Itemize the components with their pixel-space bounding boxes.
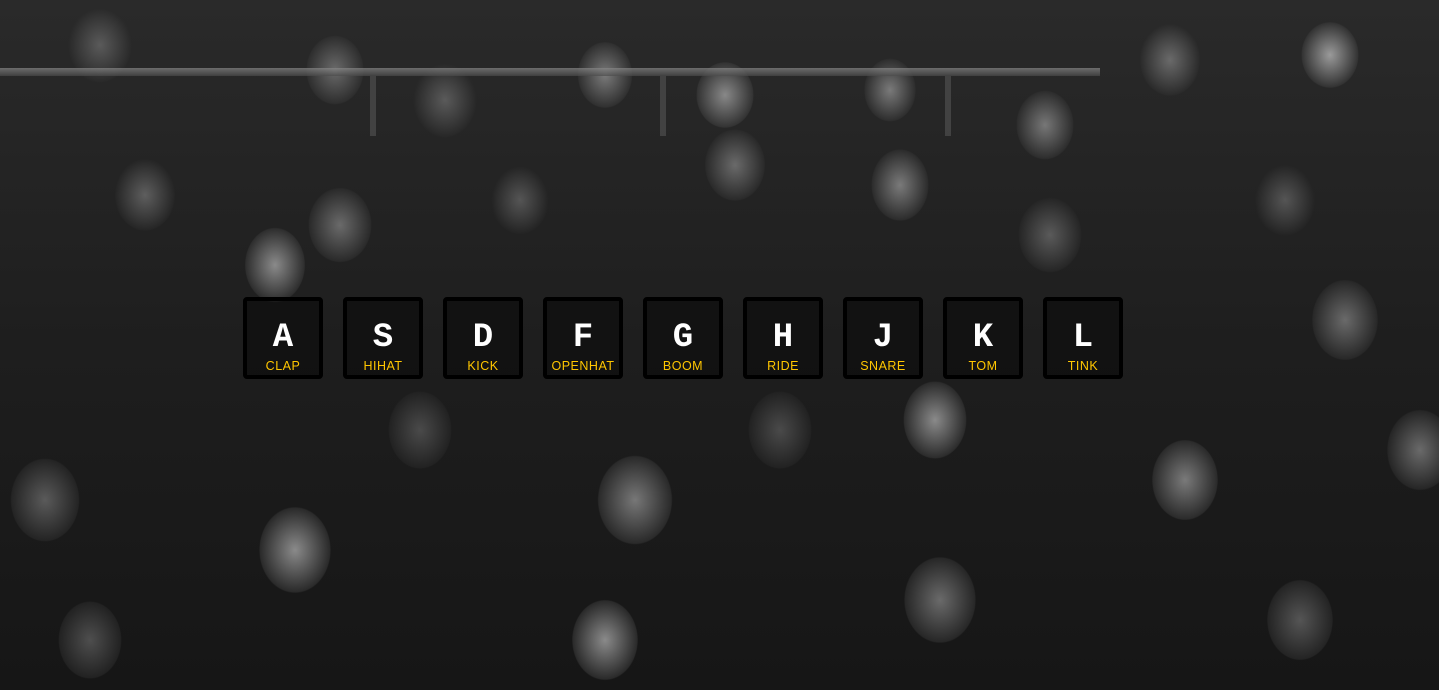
sound-label: tink [1067, 359, 1099, 373]
key-letter: K [972, 319, 994, 357]
sound-label: boom [662, 359, 704, 373]
drum-keys: A clap S hihat D kick F openhat G boom H… [243, 297, 1123, 379]
key-letter: G [672, 319, 694, 357]
key-letter: D [472, 319, 494, 357]
drum-key-openhat[interactable]: F openhat [543, 297, 623, 379]
railing-post [370, 76, 376, 136]
drum-key-kick[interactable]: D kick [443, 297, 523, 379]
drum-key-ride[interactable]: H ride [743, 297, 823, 379]
sound-label: ride [767, 359, 799, 373]
key-letter: L [1072, 319, 1094, 357]
sound-label: openhat [551, 359, 615, 373]
drum-key-snare[interactable]: J snare [843, 297, 923, 379]
key-letter: A [272, 319, 294, 357]
railing-post [660, 76, 666, 136]
sound-label: hihat [363, 359, 403, 373]
sound-label: tom [968, 359, 998, 373]
sound-label: clap [265, 359, 301, 373]
key-letter: S [372, 319, 394, 357]
drum-key-hihat[interactable]: S hihat [343, 297, 423, 379]
drum-key-clap[interactable]: A clap [243, 297, 323, 379]
drum-key-tink[interactable]: L tink [1043, 297, 1123, 379]
drum-key-tom[interactable]: K tom [943, 297, 1023, 379]
key-letter: F [572, 319, 594, 357]
sound-label: kick [467, 359, 499, 373]
railing-post [945, 76, 951, 136]
sound-label: snare [860, 359, 906, 373]
stadium-railing [0, 68, 1100, 76]
drum-key-boom[interactable]: G boom [643, 297, 723, 379]
key-letter: H [772, 319, 794, 357]
key-letter: J [872, 319, 894, 357]
